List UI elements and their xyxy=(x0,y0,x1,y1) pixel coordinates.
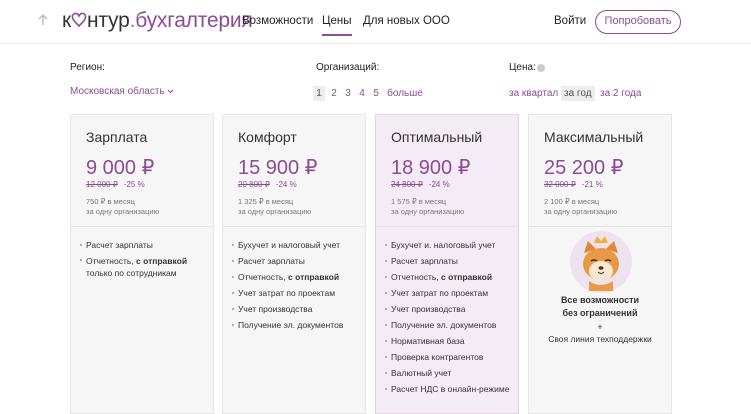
feature-item: Отчетность, с отправкой только по сотрудн… xyxy=(80,253,187,281)
plan-discount-row: 32 000 ₽ -21 % xyxy=(544,180,603,189)
feature-list: Бухучет и налоговый учет Расчет зарплаты… xyxy=(232,237,343,333)
orgs-option-2[interactable]: 2 xyxy=(329,86,339,101)
feature-item: Учет производства xyxy=(385,301,509,317)
plan-note: 1 575 ₽ в месяц за одну организацию xyxy=(391,197,464,217)
plan-card-top: Максимальный 25 200 ₽ 32 000 ₽ -21 % 2 10… xyxy=(529,115,671,227)
plan-discount: -24 % xyxy=(428,180,450,189)
plan-card-top: Зарплата 9 000 ₽ 12 000 ₽ -25 % 750 ₽ в м… xyxy=(71,115,213,227)
shiba-dog-avatar-icon xyxy=(570,231,632,293)
feature-item: Валютный учет xyxy=(385,365,509,381)
plan-card-salary[interactable]: Зарплата 9 000 ₽ 12 000 ₽ -25 % 750 ₽ в м… xyxy=(70,114,214,414)
max-feature-line2: без ограничений xyxy=(562,308,638,318)
orgs-option-3[interactable]: 3 xyxy=(343,86,353,101)
plan-card-optimal[interactable]: Оптимальный 18 900 ₽ 24 800 ₽ -24 % 1 575… xyxy=(375,114,519,414)
feature-item: Расчет зарплаты xyxy=(80,237,187,253)
plan-price: 18 900 ₽ xyxy=(391,157,471,179)
plan-old-price: 12 000 ₽ xyxy=(86,180,118,189)
plan-discount: -25 % xyxy=(123,180,145,189)
plan-note: 750 ₽ в месяц за одну организацию xyxy=(86,197,159,217)
plan-price: 15 900 ₽ xyxy=(238,157,318,179)
orgs-label: Организаций: xyxy=(316,62,380,73)
nav-new-companies[interactable]: Для новых ООО xyxy=(363,15,450,27)
plan-name: Комфорт xyxy=(238,129,297,145)
plan-per-org: за одну организацию xyxy=(391,207,465,216)
region-dropdown[interactable]: Московская область xyxy=(70,86,174,97)
plan-card-top: Комфорт 15 900 ₽ 20 800 ₽ -24 % 1 325 ₽ в… xyxy=(223,115,365,227)
plan-old-price: 24 800 ₽ xyxy=(391,180,423,189)
feature-list: Расчет зарплаты Отчетность, с отправкой т… xyxy=(80,237,187,281)
plan-discount-row: 20 800 ₽ -24 % xyxy=(238,180,297,189)
max-feature-line1: Все возможности xyxy=(560,295,640,305)
nav-features[interactable]: Возможности xyxy=(242,15,313,27)
arrow-up-icon[interactable] xyxy=(38,14,50,28)
plan-per-org: за одну организацию xyxy=(544,207,618,216)
feature-item: Бухучет и. налоговый учет xyxy=(385,237,509,253)
try-button[interactable]: Попробовать xyxy=(595,10,681,34)
plan-discount: -24 % xyxy=(275,180,297,189)
max-feature-plus: + xyxy=(597,322,603,332)
feature-item: Бухучет и налоговый учет xyxy=(232,237,343,253)
orgs-option-more[interactable]: больше xyxy=(386,86,424,101)
plan-name: Оптимальный xyxy=(391,129,483,145)
max-feature-support: Своя линия техподдержки xyxy=(548,334,652,344)
plan-monthly-price: 750 ₽ в месяц xyxy=(86,197,135,206)
plan-monthly-price: 1 325 ₽ в месяц xyxy=(238,197,294,206)
plan-note: 1 325 ₽ в месяц за одну организацию xyxy=(238,197,311,217)
site-header: к нтур.бухгалтерия Возможности Цены Для н… xyxy=(0,0,751,44)
feature-list: Бухучет и. налоговый учет Расчет зарплат… xyxy=(385,237,509,397)
region-label: Регион: xyxy=(70,62,105,73)
plan-name: Максимальный xyxy=(544,129,644,145)
plan-card-comfort[interactable]: Комфорт 15 900 ₽ 20 800 ₽ -24 % 1 325 ₽ в… xyxy=(222,114,366,414)
plan-discount-row: 24 800 ₽ -24 % xyxy=(391,180,450,189)
plan-card-top: Оптимальный 18 900 ₽ 24 800 ₽ -24 % 1 575… xyxy=(376,115,518,227)
feature-item: Учет затрат по проектам xyxy=(232,285,343,301)
feature-item: Проверка контрагентов xyxy=(385,349,509,365)
plan-per-org: за одну организацию xyxy=(86,207,160,216)
plan-discount: -21 % xyxy=(581,180,603,189)
chevron-down-icon xyxy=(167,86,174,97)
feature-item: Расчет зарплаты xyxy=(385,253,509,269)
plan-price: 25 200 ₽ xyxy=(544,157,624,179)
login-link[interactable]: Войти xyxy=(554,15,586,27)
feature-item: Получение эл. документов xyxy=(232,317,343,333)
plan-monthly-price: 2 100 ₽ в месяц xyxy=(544,197,600,206)
orgs-option-4[interactable]: 4 xyxy=(357,86,367,101)
plan-old-price: 20 800 ₽ xyxy=(238,180,270,189)
logo[interactable]: к нтур.бухгалтерия xyxy=(62,9,253,33)
plan-name: Зарплата xyxy=(86,129,148,145)
plan-price: 9 000 ₽ xyxy=(86,157,155,179)
feature-item: Расчет зарплаты xyxy=(232,253,343,269)
logo-letter: к xyxy=(62,9,71,32)
feature-item: Учет затрат по проектам xyxy=(385,285,509,301)
period-label: Цена: xyxy=(509,62,536,73)
plan-card-maximal[interactable]: Максимальный 25 200 ₽ 32 000 ₽ -21 % 2 10… xyxy=(528,114,672,414)
logo-product: бухгалтерия xyxy=(135,9,253,32)
period-2years[interactable]: за 2 года xyxy=(600,86,641,101)
orgs-option-1[interactable]: 1 xyxy=(313,86,325,101)
period-year[interactable]: за год xyxy=(561,86,595,101)
feature-item: Отчетность, с отправкой xyxy=(385,269,509,285)
orgs-option-5[interactable]: 5 xyxy=(371,86,381,101)
feature-item: Отчетность, с отправкой xyxy=(232,269,343,285)
logo-heart-icon xyxy=(71,10,87,30)
feature-item: Получение эл. документов xyxy=(385,317,509,333)
plan-note: 2 100 ₽ в месяц за одну организацию xyxy=(544,197,617,217)
plan-old-price: 32 000 ₽ xyxy=(544,180,576,189)
plan-per-org: за одну организацию xyxy=(238,207,312,216)
logo-word: нтур xyxy=(87,9,130,32)
feature-item: Учет производства xyxy=(232,301,343,317)
plan-discount-row: 12 000 ₽ -25 % xyxy=(86,180,145,189)
help-dot-icon[interactable] xyxy=(537,64,545,72)
region-value: Московская область xyxy=(70,86,165,97)
plan-monthly-price: 1 575 ₽ в месяц xyxy=(391,197,447,206)
period-quarter[interactable]: за квартал xyxy=(509,86,558,101)
feature-item: Расчет НДС в онлайн-режиме xyxy=(385,381,509,397)
nav-prices[interactable]: Цены xyxy=(322,15,352,36)
feature-item: Нормативная база xyxy=(385,333,509,349)
